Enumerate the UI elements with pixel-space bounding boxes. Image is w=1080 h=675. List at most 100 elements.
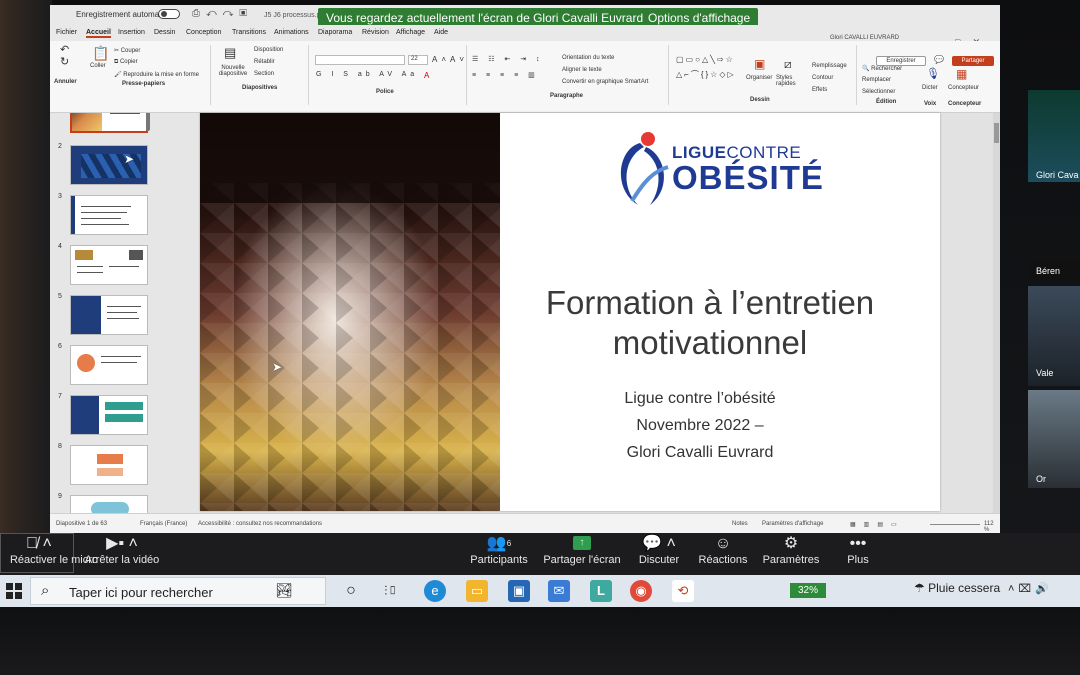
shapes-gallery-icon[interactable]: ▢▭○△╲⇨☆: [676, 55, 735, 64]
system-tray-icons[interactable]: ˄⌧🔊: [1008, 582, 1053, 595]
accessibility-status[interactable]: Accessibilité : consultez nos recommanda…: [198, 521, 322, 527]
text-direction-button[interactable]: Orientation du texte: [562, 55, 614, 61]
quick-styles-icon[interactable]: ⧄: [784, 57, 796, 72]
thumbnail-row[interactable]: 4: [50, 243, 200, 289]
more-button[interactable]: ••• Plus: [840, 534, 876, 566]
battery-indicator[interactable]: 32%: [790, 583, 826, 598]
share-screen-button[interactable]: ↑ Partager l'écran: [542, 534, 622, 566]
participant-tile[interactable]: Or: [1028, 390, 1080, 488]
tab-file[interactable]: Fichier: [56, 29, 77, 36]
edge-browser-icon[interactable]: e: [424, 580, 446, 602]
slide-editing-area[interactable]: LIGUECONTRE OBÉSITÉ Formation à l’entret…: [200, 113, 1000, 513]
slide-thumbnail[interactable]: [70, 113, 148, 133]
redo-icon[interactable]: ↻: [60, 55, 73, 68]
slide-thumbnail[interactable]: [70, 345, 148, 385]
slide-thumbnail[interactable]: [70, 495, 148, 513]
designer-button[interactable]: Concepteur: [948, 85, 979, 91]
slide-thumbnail[interactable]: [70, 245, 148, 285]
dictate-button[interactable]: Dicter: [922, 85, 938, 91]
thumbnail-row[interactable]: 9: [50, 493, 200, 513]
quick-styles-button[interactable]: Styles rapides: [776, 75, 806, 87]
view-buttons[interactable]: ▦▥▤▭: [850, 521, 905, 528]
tab-home[interactable]: Accueil: [86, 29, 111, 38]
thumbnail-row[interactable]: 5: [50, 293, 200, 339]
select-button[interactable]: Sélectionner: [862, 89, 895, 95]
new-slide-button[interactable]: Nouvelle diapositive: [216, 65, 250, 77]
smartart-button[interactable]: Convertir en graphique SmartArt: [562, 79, 648, 85]
tab-insert[interactable]: Insertion: [118, 29, 145, 36]
scrollbar-thumb[interactable]: [994, 123, 999, 143]
slide-thumbnail[interactable]: [70, 445, 148, 485]
slide-thumbnail[interactable]: [70, 295, 148, 335]
comment-icon[interactable]: 💬: [934, 55, 948, 64]
language-status[interactable]: Français (France): [140, 521, 187, 527]
display-settings-button[interactable]: Paramètres d'affichage: [762, 521, 823, 527]
fill-button[interactable]: Remplissage: [812, 63, 847, 69]
autosave-toggle[interactable]: [158, 9, 180, 19]
designer-icon[interactable]: ▦: [956, 67, 971, 81]
current-slide[interactable]: LIGUECONTRE OBÉSITÉ Formation à l’entret…: [200, 113, 940, 511]
font-name-box[interactable]: [315, 55, 405, 65]
copy-button[interactable]: ⧉ Copier: [114, 59, 138, 66]
tab-view[interactable]: Affichage: [396, 29, 425, 36]
arrange-icon[interactable]: ▣: [754, 57, 769, 71]
microphone-icon[interactable]: 🎙: [926, 67, 944, 80]
tab-animations[interactable]: Animations: [274, 29, 309, 36]
taskbar-search-box[interactable]: ⌕ Taper ici pour rechercher 🏞: [30, 577, 326, 605]
slide-thumbnail[interactable]: [70, 395, 148, 435]
shapes-gallery-row2-icon[interactable]: △⌐⌒{}☆◇▷: [676, 69, 736, 80]
layout-button[interactable]: Disposition: [254, 47, 283, 53]
align-icons[interactable]: ≡ ≡ ≡ ≡ ▥: [472, 71, 539, 79]
slide-thumbnail[interactable]: [70, 195, 148, 235]
slide-thumbnail[interactable]: [70, 145, 148, 185]
list-icons[interactable]: ☰ ☷ ⇤ ⇥ ↕: [472, 55, 544, 63]
thumbnail-row[interactable]: 3: [50, 193, 200, 239]
replace-button[interactable]: Remplacer: [862, 77, 891, 83]
cut-button[interactable]: ✂ Couper: [114, 47, 140, 54]
save-button[interactable]: Enregistrer: [876, 56, 926, 66]
store-icon[interactable]: ▣: [508, 580, 530, 602]
thumbnail-row[interactable]: 8: [50, 443, 200, 489]
windows-start-icon[interactable]: [6, 583, 22, 599]
thumbnail-scrollbar[interactable]: [146, 113, 150, 131]
tab-transitions[interactable]: Transitions: [232, 29, 266, 36]
paste-icon[interactable]: 📋: [92, 45, 113, 62]
tab-draw[interactable]: Dessin: [154, 29, 175, 36]
mail-icon[interactable]: ✉: [548, 580, 570, 602]
share-button[interactable]: Partager: [952, 56, 994, 66]
thumbnail-row[interactable]: 7: [50, 393, 200, 439]
thumbnail-row[interactable]: 6: [50, 343, 200, 389]
tab-slideshow[interactable]: Diaporama: [318, 29, 352, 36]
font-color-icon[interactable]: A: [424, 71, 433, 80]
arrange-button[interactable]: Organiser: [746, 75, 772, 81]
chrome-icon[interactable]: ◉: [630, 580, 652, 602]
slide-title[interactable]: Formation à l’entretien motivationnel: [510, 283, 910, 363]
new-slide-icon[interactable]: ▤: [224, 45, 240, 61]
align-text-button[interactable]: Aligner le texte: [562, 67, 602, 73]
weather-widget[interactable]: ☂ Pluie cessera: [914, 581, 1000, 595]
task-view-icon[interactable]: ○: [340, 580, 362, 602]
zoom-slider[interactable]: [930, 524, 980, 525]
slide-vertical-scrollbar[interactable]: [993, 113, 1000, 513]
paste-button[interactable]: Coller: [90, 63, 106, 69]
outline-button[interactable]: Contour: [812, 75, 833, 81]
format-painter-button[interactable]: 🖌 Reproduire la mise en forme: [114, 71, 199, 78]
participants-button[interactable]: 👥6 Participants: [466, 534, 532, 566]
participant-tile[interactable]: Béren: [1028, 260, 1080, 280]
notes-button[interactable]: Notes: [732, 521, 748, 527]
app-red-icon[interactable]: ⟲: [672, 580, 694, 602]
find-button[interactable]: 🔍 Rechercher: [862, 65, 902, 72]
quick-access-toolbar[interactable]: ⎙↶↷▣: [192, 8, 253, 19]
participant-tile[interactable]: Glori Cava: [1028, 90, 1080, 182]
reset-button[interactable]: Rétablir: [254, 59, 275, 65]
tab-help[interactable]: Aide: [434, 29, 448, 36]
chat-button[interactable]: 💬 ˄ Discuter: [636, 534, 682, 566]
effects-button[interactable]: Effets: [812, 87, 827, 93]
slide-thumbnails-pane[interactable]: 1 2 3: [50, 113, 200, 513]
participant-tile[interactable]: Vale: [1028, 286, 1080, 386]
tab-design[interactable]: Conception: [186, 29, 221, 36]
thumbnail-row[interactable]: 1: [50, 113, 200, 137]
tab-review[interactable]: Révision: [362, 29, 389, 36]
section-button[interactable]: Section: [254, 71, 274, 77]
zoom-level[interactable]: 112 %: [984, 521, 1000, 533]
